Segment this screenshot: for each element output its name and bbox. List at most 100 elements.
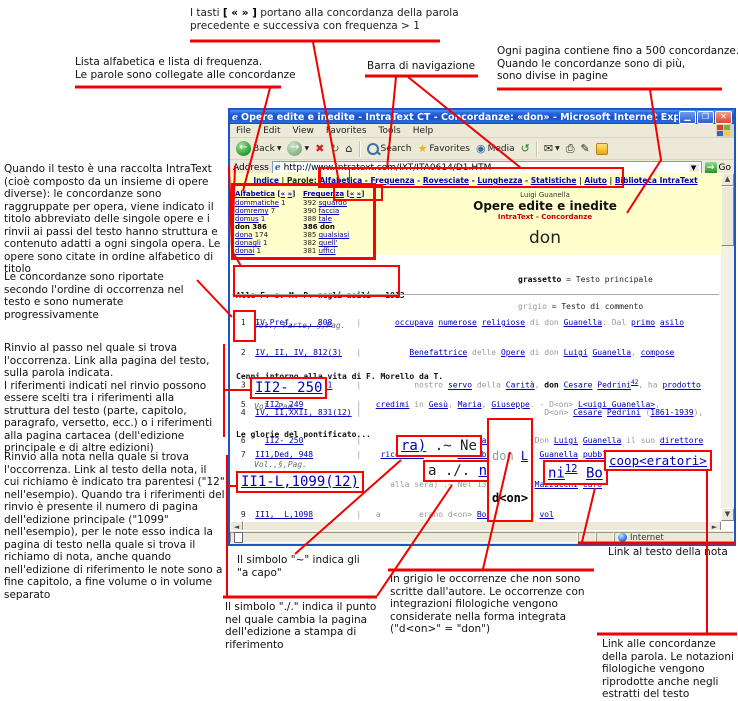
refresh-button[interactable]: ↻ (330, 142, 339, 155)
close-button[interactable]: ✕ (715, 111, 732, 124)
address-dropdown-icon[interactable]: ▼ (689, 164, 699, 172)
minimize-button[interactable]: ▁ (679, 111, 696, 124)
link[interactable]: credimi (376, 400, 410, 409)
link[interactable]: occupava (395, 318, 434, 327)
link[interactable]: Aiuto (584, 176, 606, 185)
frequency-list-header[interactable]: Frequenza [« »] (303, 190, 365, 198)
text-segment: , (482, 400, 492, 409)
text-segment (366, 510, 376, 519)
link[interactable]: Lunghezza (477, 176, 522, 185)
messenger-button[interactable] (596, 143, 608, 155)
link[interactable]: domus (235, 215, 259, 223)
link[interactable]: Guanella (592, 348, 631, 357)
forward-button[interactable]: →▼ (287, 141, 309, 156)
vertical-scrollbar[interactable]: ▲ ▼ (721, 173, 734, 521)
link[interactable]: donai (235, 247, 254, 255)
link[interactable]: dommatiche (235, 199, 279, 207)
link[interactable]: sguardo (319, 199, 347, 207)
link[interactable]: vol (539, 510, 553, 519)
menu-view[interactable]: View (287, 126, 320, 136)
link[interactable]: compose (641, 348, 675, 357)
back-dropdown-icon[interactable]: ▼ (277, 145, 282, 152)
status-bar: Internet (230, 530, 734, 544)
favorites-button[interactable]: ★ Favorites (417, 142, 470, 155)
link[interactable]: II1-L,1099(12) (241, 474, 359, 490)
word-list-row: 386 don (303, 223, 365, 231)
go-button[interactable]: → Go (705, 162, 731, 174)
link[interactable]: tale (319, 215, 332, 223)
text-segment: | (332, 318, 366, 327)
menu-favorites[interactable]: Favorites (320, 126, 373, 136)
link[interactable]: asilo (660, 318, 684, 327)
link[interactable]: faccia (319, 207, 340, 215)
link[interactable]: Giuseppe (491, 400, 530, 409)
link[interactable]: IV,Pref, , 808 (255, 318, 332, 327)
current-word: don (380, 228, 710, 248)
link[interactable]: Alfabetica (319, 176, 362, 185)
link[interactable]: Opere (501, 348, 525, 357)
scrollbar-thumb[interactable] (721, 186, 734, 246)
media-button[interactable]: ◉ Media (476, 142, 515, 155)
link[interactable]: qualsiasi (319, 231, 350, 239)
scroll-down-icon[interactable]: ▼ (721, 508, 734, 521)
link[interactable]: Guanella (564, 318, 603, 327)
maximize-button[interactable]: ❐ (697, 111, 714, 124)
link[interactable]: II2- 250 (255, 380, 322, 396)
link[interactable]: numerose (438, 318, 477, 327)
edit-icon: ✎ (581, 142, 590, 155)
callout-coop: coop<eratori> (604, 450, 712, 471)
link[interactable]: Statistiche (531, 176, 577, 185)
link[interactable]: L (521, 449, 528, 463)
link[interactable]: Gesù (429, 400, 448, 409)
link[interactable]: II2- 249 (265, 400, 304, 409)
title-bar[interactable]: e Opere edite e inedite - IntraText CT -… (230, 110, 734, 124)
link[interactable]: ra) (401, 438, 426, 454)
link[interactable]: quell' (319, 239, 338, 247)
link[interactable]: donagli (235, 239, 261, 247)
link[interactable]: domremy (235, 207, 269, 215)
link[interactable]: religiose (482, 318, 525, 327)
menu-help[interactable]: Help (407, 126, 440, 136)
link[interactable]: Frequenza (371, 176, 415, 185)
link[interactable]: Rovesciate (423, 176, 469, 185)
edit-button[interactable]: ✎ (581, 142, 590, 155)
mail-button[interactable]: ✉▼ (544, 142, 560, 155)
word-list-row: 392 sguardo (303, 199, 365, 207)
menu-edit[interactable]: Edit (257, 126, 286, 136)
stop-button[interactable]: ✖ (315, 142, 324, 155)
link[interactable]: dona (235, 231, 252, 239)
link[interactable]: Maria (458, 400, 482, 409)
link[interactable]: direttore (660, 436, 703, 445)
link[interactable]: uffici (319, 247, 336, 255)
link[interactable]: Biblioteca IntraText (615, 176, 698, 185)
link[interactable]: Luigi (564, 348, 588, 357)
favorites-star-icon: ★ (417, 142, 427, 155)
scroll-up-icon[interactable]: ▲ (721, 173, 734, 186)
link[interactable]: ni (548, 466, 565, 482)
link[interactable]: 12 (565, 463, 578, 475)
link[interactable]: L<uigi Guanella> (578, 400, 655, 409)
history-button[interactable]: ↺ (521, 142, 530, 155)
link[interactable]: coop<eratori> (609, 453, 707, 468)
annotation-grey-text: In grigio le occorrenze che non sono scr… (390, 573, 606, 636)
link[interactable]: Bo (586, 466, 603, 482)
search-button[interactable]: Search (367, 143, 412, 155)
annotation-collection: Quando il testo è una raccolta IntraText… (4, 163, 228, 276)
text-segment: d<on> (492, 491, 528, 505)
alphabetic-list-header[interactable]: Alfabetica [« »] (235, 190, 297, 198)
home-button[interactable]: ⌂ (346, 142, 353, 155)
link[interactable]: II1,Ded, 948 (255, 450, 313, 459)
text-segment: a ./. (428, 463, 479, 479)
menu-file[interactable]: File (230, 126, 257, 136)
text-segment: 390 (303, 207, 319, 215)
link[interactable]: Frequenza (303, 190, 344, 198)
back-button[interactable]: ← Back ▼ (236, 141, 281, 156)
print-button[interactable]: ⎙ (566, 142, 575, 156)
menu-tools[interactable]: Tools (373, 126, 407, 136)
forward-icon: → (287, 141, 302, 156)
link[interactable]: Indice (253, 176, 279, 185)
link[interactable]: Guanella (539, 450, 578, 459)
link[interactable]: Alfabetica (235, 190, 275, 198)
back-label: Back (253, 144, 275, 154)
link[interactable]: primo (631, 318, 655, 327)
